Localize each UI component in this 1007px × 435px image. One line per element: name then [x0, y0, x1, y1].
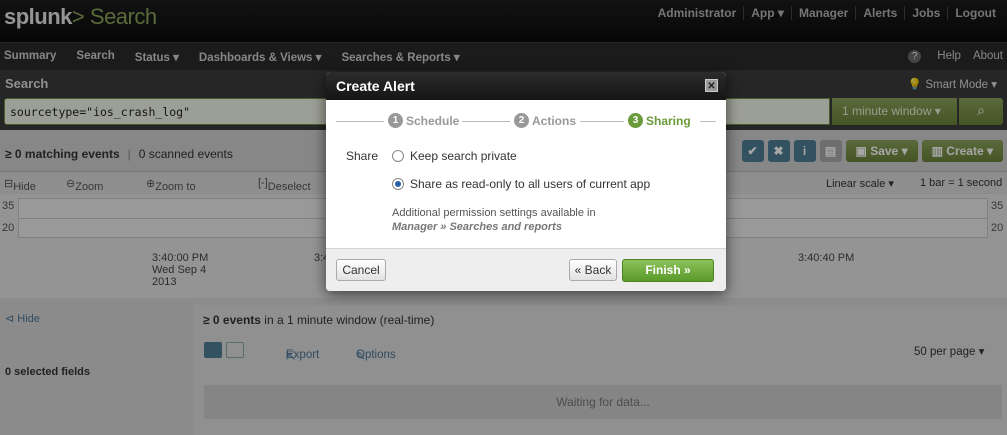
step-number: 1	[388, 113, 403, 128]
step-label: Actions	[532, 113, 577, 128]
share-private-label: Keep search private	[410, 149, 517, 163]
create-alert-dialog: Create Alert ✕ 1 Schedule 2 Actions 3 Shari…	[326, 72, 726, 291]
radio-readonly[interactable]	[392, 178, 404, 190]
step-connector	[580, 121, 624, 122]
step-number: 2	[514, 113, 529, 128]
step-label: Sharing	[646, 113, 691, 128]
share-readonly-option[interactable]: Share as read-only to all users of curre…	[392, 177, 650, 191]
permission-note-text: Additional permission settings available…	[392, 207, 596, 219]
permission-note: Additional permission settings available…	[392, 206, 596, 234]
share-readonly-label: Share as read-only to all users of curre…	[410, 177, 651, 191]
step-label: Schedule	[406, 113, 460, 128]
finish-button[interactable]: Finish »	[622, 259, 714, 282]
manager-searches-link[interactable]: Manager » Searches and reports	[392, 220, 596, 234]
share-label: Share	[346, 149, 379, 163]
step-schedule: 1 Schedule	[388, 113, 459, 128]
cancel-button[interactable]: Cancel	[336, 259, 386, 281]
dialog-footer: Cancel « Back Finish »	[326, 248, 726, 291]
step-number: 3	[628, 113, 643, 128]
close-icon[interactable]: ✕	[705, 79, 718, 92]
radio-private[interactable]	[392, 150, 404, 162]
step-connector	[700, 121, 716, 122]
step-connector	[462, 121, 510, 122]
dialog-title: Create Alert	[336, 78, 415, 94]
dialog-header: Create Alert ✕	[326, 72, 726, 100]
wizard-steps: 1 Schedule 2 Actions 3 Sharing	[336, 112, 716, 130]
share-private-option[interactable]: Keep search private	[392, 149, 517, 163]
step-actions: 2 Actions	[514, 113, 576, 128]
step-connector	[336, 121, 384, 122]
back-button[interactable]: « Back	[569, 259, 617, 281]
step-sharing: 3 Sharing	[628, 113, 691, 128]
